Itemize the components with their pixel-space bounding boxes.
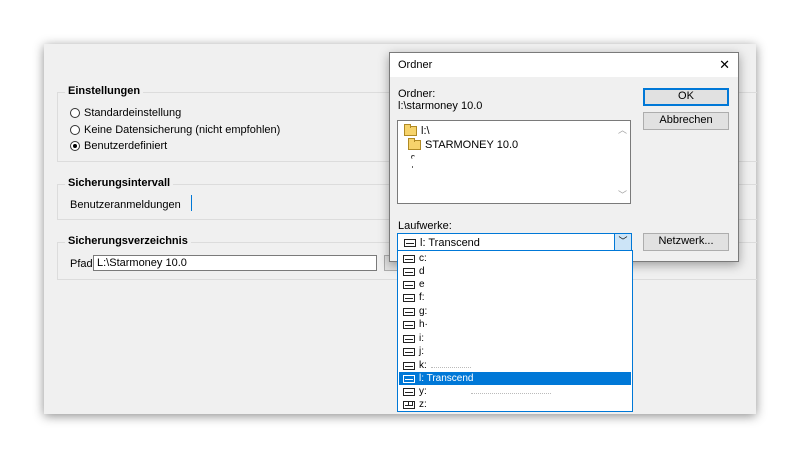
ordner-path: l:\starmoney 10.0 xyxy=(398,100,483,112)
pfad-label: Pfad xyxy=(70,258,93,270)
drive-option-label: e xyxy=(419,279,425,290)
drive-option[interactable]: f: xyxy=(399,291,631,304)
drive-option-label: k: xyxy=(419,360,427,371)
scroll-up-icon[interactable]: ︿ xyxy=(615,123,630,136)
verzeichnis-title: Sicherungsverzeichnis xyxy=(65,235,191,247)
drive-option-label: i: xyxy=(419,333,424,344)
selected-drive: l: Transcend xyxy=(404,237,480,249)
drive-icon xyxy=(403,254,415,263)
drive-icon xyxy=(403,307,415,316)
folder-item-root[interactable]: l:\ xyxy=(404,124,430,137)
ordner-dialog: Ordner ✕ Ordner: l:\starmoney 10.0 OK Ab… xyxy=(389,52,739,262)
drive-dropdown-list[interactable]: c: d e f: g: h· i: j: k: l: Transcend y:… xyxy=(397,250,633,412)
pfad-input[interactable]: L:\Starmoney 10.0 xyxy=(93,255,377,271)
laufwerke-label: Laufwerke: xyxy=(398,220,452,232)
drive-option-selected[interactable]: l: Transcend xyxy=(399,372,631,385)
drive-icon xyxy=(403,267,415,276)
radio-standard[interactable]: Standardeinstellung xyxy=(70,107,181,119)
drive-icon xyxy=(403,320,415,329)
radio-benutzer[interactable]: Benutzerdefiniert xyxy=(70,140,167,152)
folder-scrollbar[interactable]: ︿ ﹀ xyxy=(615,121,630,203)
drive-option[interactable]: j: xyxy=(399,345,631,358)
folder-item-starmoney[interactable]: STARMONEY 10.0 xyxy=(408,138,519,151)
drive-option-label: z: xyxy=(419,399,427,410)
intervall-field[interactable] xyxy=(188,195,192,211)
radio-keine-circle[interactable] xyxy=(70,125,80,135)
drive-option[interactable]: d xyxy=(399,265,631,278)
netzwerk-button[interactable]: Netzwerk... xyxy=(643,233,729,251)
drive-icon xyxy=(403,361,415,370)
radio-standard-label: Standardeinstellung xyxy=(84,107,182,119)
drive-option-label: c: xyxy=(419,253,427,264)
redacted-label xyxy=(430,363,471,368)
radio-benutzer-label: Benutzerdefiniert xyxy=(84,140,168,152)
network-drive-icon xyxy=(403,400,415,409)
dialog-title: Ordner xyxy=(398,59,433,71)
einstellungen-title: Einstellungen xyxy=(65,85,144,97)
radio-keine[interactable]: Keine Datensicherung (nicht empfohlen) xyxy=(70,124,280,136)
drive-option[interactable]: c: xyxy=(399,252,631,265)
drive-icon xyxy=(403,374,415,383)
drive-option-label: h· xyxy=(419,319,428,330)
drive-option-label: g: xyxy=(419,306,428,317)
drive-option[interactable]: i: xyxy=(399,332,631,345)
drive-icon xyxy=(403,334,415,343)
intervall-label: Benutzeranmeldungen xyxy=(70,199,181,211)
drive-option-label: d xyxy=(419,266,425,277)
drive-option[interactable]: h· xyxy=(399,318,631,331)
radio-standard-circle[interactable] xyxy=(70,108,80,118)
drive-option-label: y: xyxy=(419,386,427,397)
drive-option[interactable]: y: xyxy=(399,385,631,398)
dialog-titlebar: Ordner ✕ xyxy=(390,53,738,77)
laufwerke-combobox[interactable]: l: Transcend ﹀ xyxy=(397,233,632,251)
drive-option-label: l: Transcend xyxy=(419,373,474,384)
radio-benutzer-circle[interactable] xyxy=(70,141,80,151)
drive-icon xyxy=(403,293,415,302)
folder-root-label: l:\ xyxy=(421,125,430,137)
drive-option[interactable]: z: xyxy=(399,398,631,411)
folder-open-icon xyxy=(408,138,421,150)
drive-option[interactable]: k: xyxy=(399,359,631,372)
selected-drive-label: l: Transcend xyxy=(420,237,480,249)
chevron-down-icon[interactable]: ﹀ xyxy=(614,234,631,250)
drive-icon xyxy=(403,387,415,396)
drive-icon xyxy=(403,280,415,289)
radio-keine-label: Keine Datensicherung (nicht empfohlen) xyxy=(84,124,281,136)
close-icon[interactable]: ✕ xyxy=(719,57,730,73)
folder-open-icon xyxy=(404,124,417,136)
drive-option[interactable]: e xyxy=(399,278,631,291)
ordner-label: Ordner: xyxy=(398,88,436,100)
abbrechen-button[interactable]: Abbrechen xyxy=(643,112,729,130)
scroll-down-icon[interactable]: ﹀ xyxy=(615,188,630,201)
folder-item-partial[interactable] xyxy=(411,155,415,159)
redacted-label xyxy=(470,389,551,394)
drive-option[interactable]: g: xyxy=(399,305,631,318)
drive-option-label: j: xyxy=(419,346,424,357)
drive-icon xyxy=(404,239,416,247)
drive-icon xyxy=(403,347,415,356)
folder-listbox[interactable]: l:\ STARMONEY 10.0 ︿ ﹀ xyxy=(397,120,631,204)
drive-option-label: f: xyxy=(419,292,425,303)
folder-item-partial[interactable] xyxy=(412,166,413,168)
intervall-title: Sicherungsintervall xyxy=(65,177,174,189)
ok-button[interactable]: OK xyxy=(643,88,729,106)
folder-starmoney-label: STARMONEY 10.0 xyxy=(425,139,519,151)
